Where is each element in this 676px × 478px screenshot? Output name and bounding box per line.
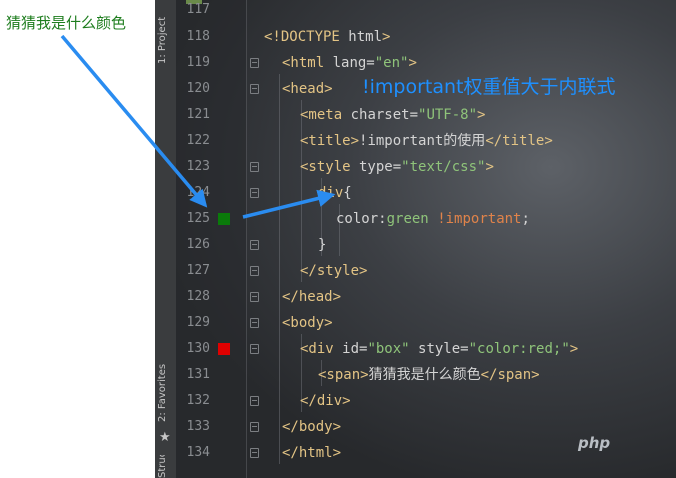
line-number: 127	[186, 263, 210, 278]
php-watermark: php	[578, 434, 611, 452]
line-number: 126	[186, 237, 210, 252]
code-line[interactable]: </style>	[300, 258, 367, 284]
favorites-tool-tab[interactable]: 2: Favorites	[157, 364, 174, 422]
code-line[interactable]: <head>	[282, 76, 333, 102]
line-number: 129	[186, 315, 210, 330]
code-line[interactable]: div{	[318, 180, 352, 206]
browser-preview-pane: 猜猜我是什么颜色	[0, 0, 155, 478]
project-tool-tab[interactable]: 1: Project	[157, 4, 174, 64]
line-number: 123	[186, 159, 210, 174]
code-line[interactable]: <title>!important的使用</title>	[300, 128, 553, 154]
fold-marker[interactable]	[250, 162, 259, 172]
line-number: 121	[186, 107, 210, 122]
preview-span-text: 猜猜我是什么颜色	[6, 14, 127, 32]
fold-marker[interactable]	[250, 58, 259, 68]
code-line[interactable]: </body>	[282, 414, 341, 440]
line-number: 124	[186, 185, 210, 200]
code-line[interactable]: </head>	[282, 284, 341, 310]
star-icon: ★	[159, 430, 171, 445]
line-number: 119	[186, 55, 210, 70]
code-line[interactable]: color:green !important;	[336, 206, 530, 232]
fold-marker[interactable]	[250, 396, 259, 406]
line-number: 131	[186, 367, 210, 382]
line-number: 130	[186, 341, 210, 356]
fold-marker[interactable]	[250, 188, 259, 198]
line-number: 134	[186, 445, 210, 460]
line-number: 132	[186, 393, 210, 408]
code-line[interactable]: <style type="text/css">	[300, 154, 494, 180]
red-color-swatch[interactable]	[218, 343, 230, 355]
fold-marker[interactable]	[250, 292, 259, 302]
line-number: 117	[186, 2, 210, 17]
code-line[interactable]: <div id="box" style="color:red;">	[300, 336, 578, 362]
green-color-swatch[interactable]	[218, 213, 230, 225]
line-number: 120	[186, 81, 210, 96]
structure-tool-tab[interactable]: Structure	[157, 455, 174, 478]
fold-marker[interactable]	[250, 84, 259, 94]
gutter-divider	[246, 0, 247, 478]
line-number: 125	[186, 211, 210, 226]
line-number: 128	[186, 289, 210, 304]
fold-marker[interactable]	[250, 448, 259, 458]
fold-marker[interactable]	[250, 266, 259, 276]
code-line[interactable]: <span>猜猜我是什么颜色</span>	[318, 362, 540, 388]
fold-marker[interactable]	[250, 240, 259, 250]
line-number: 122	[186, 133, 210, 148]
code-line[interactable]: </html>	[282, 440, 341, 466]
indent-guide	[279, 74, 280, 464]
code-line[interactable]: <meta charset="UTF-8">	[300, 102, 485, 128]
line-number: 133	[186, 419, 210, 434]
code-line[interactable]: </div>	[300, 388, 351, 414]
code-line[interactable]: <!DOCTYPE html>	[264, 24, 390, 50]
tool-window-bar: 1: Project 2: Favorites ★ Structure	[155, 0, 177, 478]
fold-marker[interactable]	[250, 422, 259, 432]
code-line[interactable]: }	[318, 232, 326, 258]
fold-marker[interactable]	[250, 318, 259, 328]
line-number: 118	[186, 29, 210, 44]
fold-marker[interactable]	[250, 344, 259, 354]
annotation-text: !important权重值大于内联式	[362, 76, 616, 98]
code-line[interactable]: <body>	[282, 310, 333, 336]
